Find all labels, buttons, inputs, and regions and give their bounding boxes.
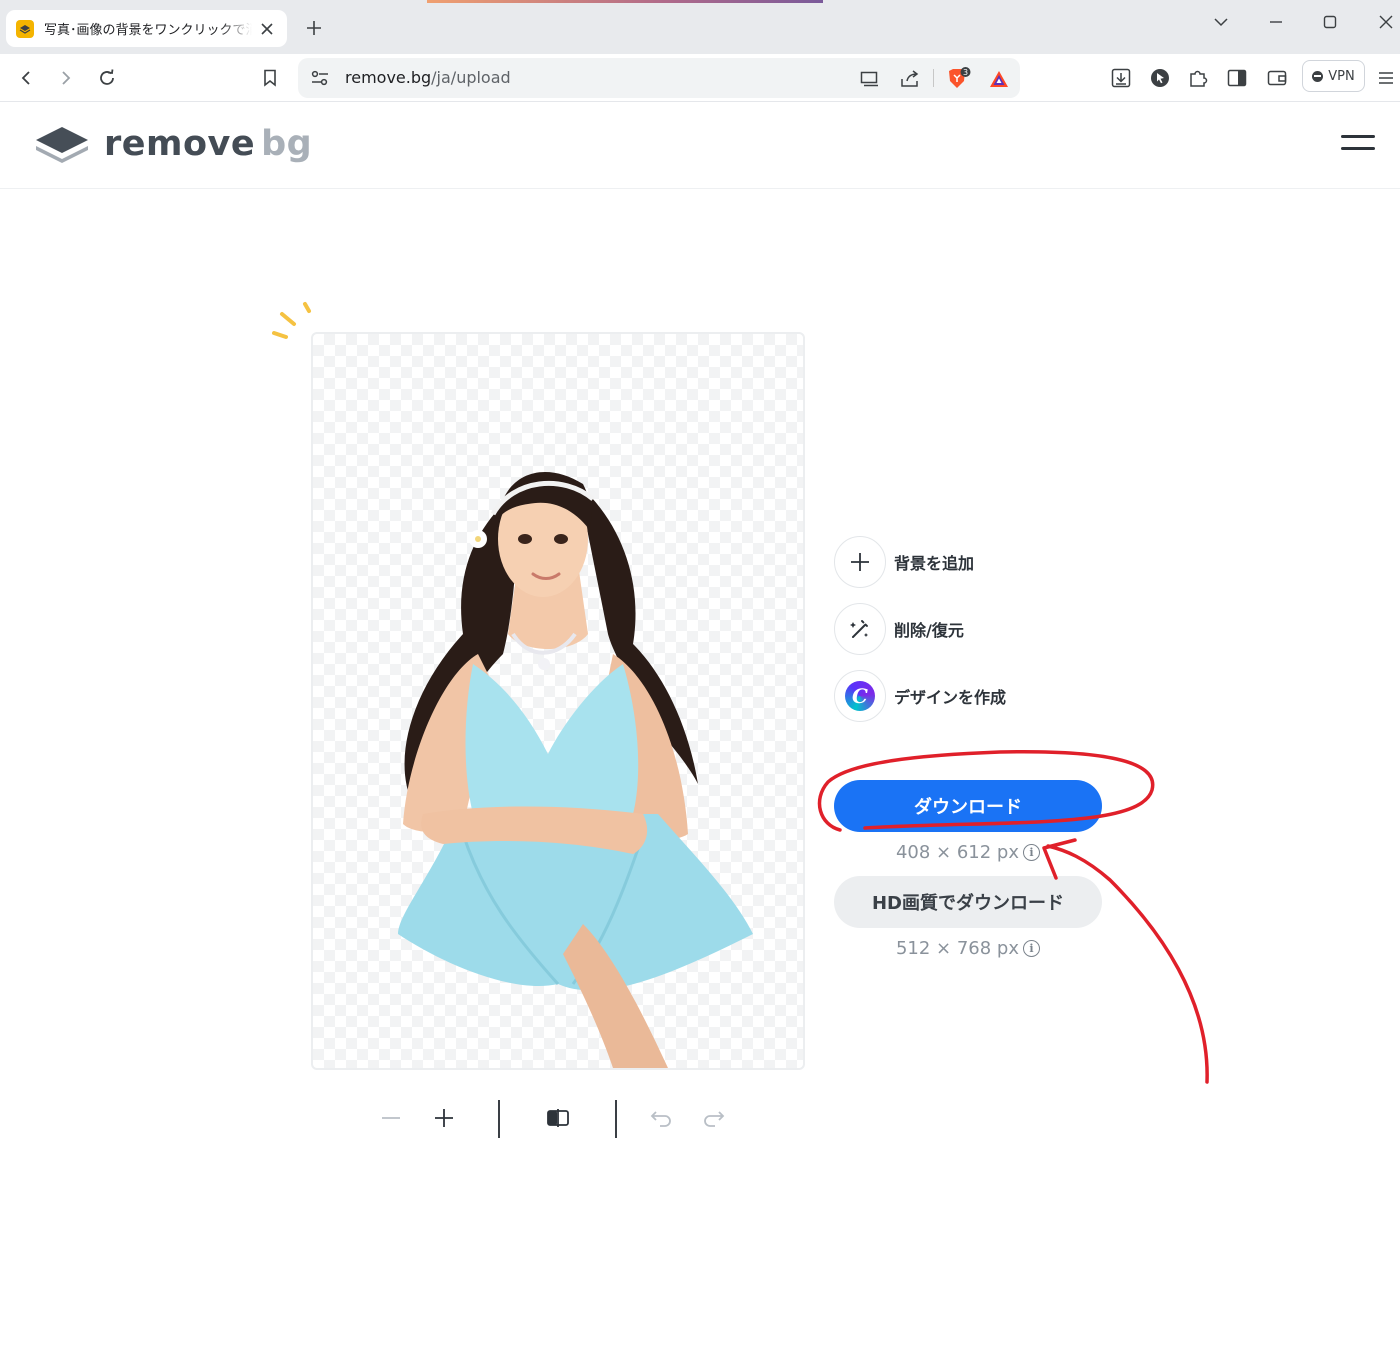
vpn-button[interactable]: VPN	[1302, 60, 1365, 92]
download-hd-size: 512 × 768 px i	[834, 938, 1102, 959]
wallet-icon[interactable]	[1263, 64, 1291, 92]
logo-word-remove: remove	[104, 124, 256, 164]
tab-search-chevron-icon[interactable]	[1209, 10, 1233, 34]
logo-wordmark: remove bg	[104, 124, 312, 164]
browser-menu-icon[interactable]	[1374, 64, 1398, 92]
browser-toolbar: remove.bg/ja/upload 3 VPN	[0, 54, 1400, 102]
close-window-icon[interactable]	[1374, 10, 1398, 34]
logo-layers-icon	[36, 127, 88, 163]
canva-badge: C	[845, 681, 875, 711]
browser-tab-strip: 写真･画像の背景をワンクリックで消去	[0, 0, 1400, 54]
info-icon[interactable]: i	[1023, 844, 1041, 861]
forward-arrow-icon[interactable]	[52, 64, 80, 92]
reload-icon[interactable]	[93, 64, 121, 92]
url-path: /ja/upload	[431, 68, 511, 87]
plus-icon	[834, 536, 886, 588]
create-design-action[interactable]: C デザインを作成	[834, 670, 1006, 722]
address-bar[interactable]: remove.bg/ja/upload 3	[298, 58, 1020, 98]
add-background-action[interactable]: 背景を追加	[834, 536, 974, 588]
site-header: remove bg	[0, 102, 1400, 189]
download-hd-size-text: 512 × 768 px	[895, 938, 1020, 959]
erase-restore-label: 削除/復元	[894, 621, 964, 640]
vpn-label: VPN	[1328, 68, 1355, 84]
vpn-status-icon	[1312, 70, 1324, 82]
address-bar-separator	[933, 69, 934, 87]
controls-divider	[615, 1100, 617, 1138]
shields-count: 3	[963, 68, 968, 77]
add-background-label: 背景を追加	[894, 554, 975, 573]
download-size: 408 × 612 px i	[834, 842, 1102, 863]
zoom-in-icon[interactable]	[428, 1102, 460, 1134]
brave-shields-icon[interactable]: 3	[946, 67, 972, 91]
zoom-out-icon[interactable]	[375, 1102, 407, 1134]
download-size-text: 408 × 612 px	[895, 842, 1020, 863]
magic-brush-icon	[834, 603, 886, 655]
bookmark-icon[interactable]	[256, 64, 284, 92]
downloads-icon[interactable]	[1107, 64, 1135, 92]
new-tab-plus-icon[interactable]	[302, 16, 326, 40]
removebg-logo[interactable]: remove bg	[34, 124, 312, 164]
browser-tab-active[interactable]: 写真･画像の背景をワンクリックで消去	[6, 10, 287, 47]
url-host: remove.bg	[345, 68, 432, 87]
download-button[interactable]: ダウンロード	[834, 780, 1102, 832]
canva-logo-icon: C	[834, 670, 886, 722]
undo-icon[interactable]	[646, 1102, 678, 1134]
tab-strip-accent	[427, 0, 823, 3]
download-hd-button[interactable]: HD画質でダウンロード	[834, 876, 1102, 928]
compare-before-after-icon[interactable]	[542, 1102, 574, 1134]
logo-word-bg: bg	[261, 124, 313, 164]
cast-screen-icon[interactable]	[858, 67, 882, 91]
removebg-favicon-icon	[16, 19, 34, 38]
sparkle-decoration-icon	[272, 302, 311, 339]
share-icon[interactable]	[898, 67, 922, 91]
site-settings-icon[interactable]	[310, 68, 330, 88]
site-menu-hamburger-icon[interactable]	[1341, 135, 1375, 157]
cursor-extension-icon[interactable]	[1146, 64, 1174, 92]
info-icon[interactable]: i	[1023, 940, 1041, 957]
minimize-window-icon[interactable]	[1264, 10, 1288, 34]
cutout-subject-image	[398, 471, 753, 1068]
sidebar-toggle-icon[interactable]	[1223, 64, 1251, 92]
tab-close-icon[interactable]	[257, 19, 277, 39]
erase-restore-action[interactable]: 削除/復元	[834, 603, 964, 655]
back-arrow-icon[interactable]	[12, 64, 40, 92]
image-preview-canvas[interactable]	[311, 332, 805, 1070]
maximize-window-icon[interactable]	[1318, 10, 1342, 34]
brave-rewards-icon[interactable]	[987, 67, 1011, 91]
controls-divider	[498, 1100, 500, 1138]
redo-icon[interactable]	[697, 1102, 729, 1134]
create-design-label: デザインを作成	[894, 688, 1007, 707]
extensions-puzzle-icon[interactable]	[1184, 64, 1212, 92]
tab-title: 写真･画像の背景をワンクリックで消去	[44, 23, 252, 38]
url-text: remove.bg/ja/upload	[345, 68, 511, 88]
editor-controls	[370, 1096, 750, 1142]
